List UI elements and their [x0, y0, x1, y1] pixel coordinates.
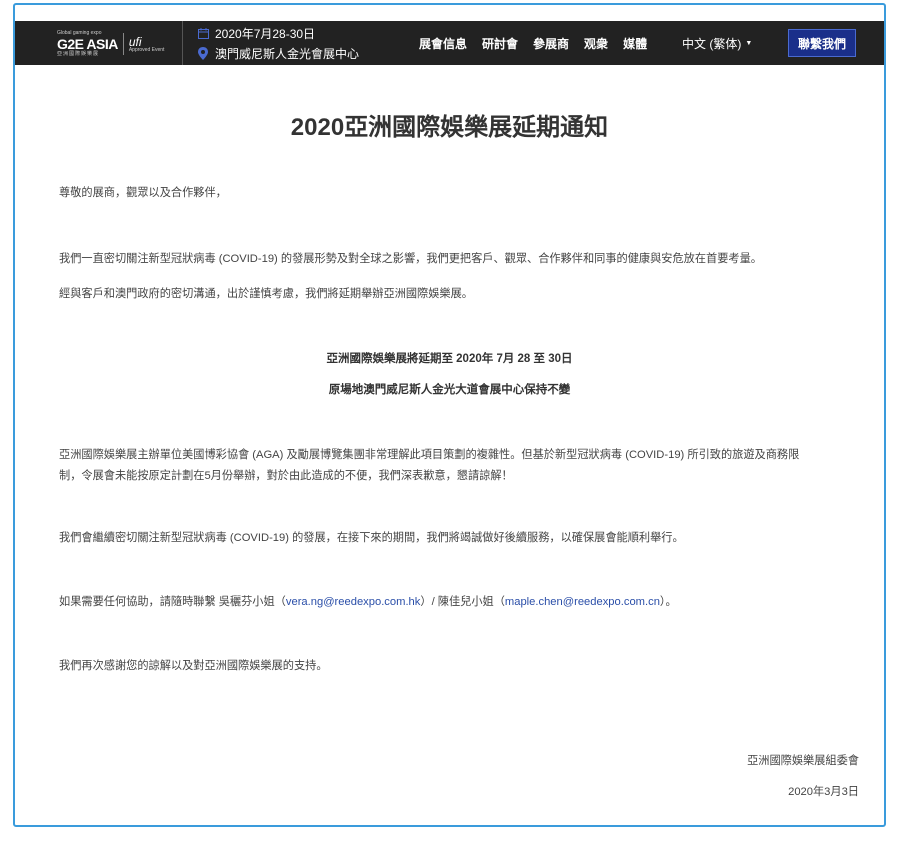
event-date: 2020年7月28-30日	[215, 26, 316, 41]
paragraph-thanks: 我們再次感謝您的諒解以及對亞洲國際娛樂展的支持。	[59, 660, 328, 672]
contact-us-button[interactable]: 聯繫我們	[788, 29, 856, 57]
contact-email-vera[interactable]: vera.ng@reedexpo.com.hk	[286, 596, 421, 608]
event-venue-row: 澳門威尼斯人金光會展中心	[197, 43, 359, 63]
paragraph-follow-up: 我們會繼續密切關注新型冠狀病毒 (COVID-19) 的發展，在接下來的期間，我…	[59, 532, 684, 544]
nav-visitors[interactable]: 观衆	[584, 35, 608, 52]
paragraph-organizer-line1: 亞洲國際娛樂展主辦單位美國博彩協會 (AGA) 及勵展博覽集團非常理解此項目策劃…	[59, 449, 800, 461]
nav-media[interactable]: 媒體	[623, 35, 647, 52]
logo-name: G2E ASIA	[57, 36, 118, 52]
ufi-badge: ufi Approved Event	[129, 36, 165, 53]
ufi-sub: Approved Event	[128, 46, 165, 53]
paragraph-concern: 我們一直密切關注新型冠狀病毒 (COVID-19) 的發展形勢及對全球之影響，我…	[59, 253, 762, 265]
event-date-row: 2020年7月28-30日	[197, 23, 359, 43]
caret-down-icon: ▼	[745, 39, 753, 47]
main-nav: 展會信息 研討會 參展商 观衆 媒體	[419, 21, 662, 65]
header-divider	[182, 21, 183, 65]
paragraph-organizer-line2: 制，令展會未能按原定計劃在5月份舉辦，對於由此造成的不便，我們深表歉意，懇請諒解…	[59, 470, 513, 482]
paragraph-organizer: 亞洲國際娛樂展主辦單位美國博彩協會 (AGA) 及勵展博覽集團非常理解此項目策劃…	[59, 445, 859, 487]
highlight-venue: 原場地澳門威尼斯人金光大道會展中心保持不變	[328, 384, 571, 396]
notice-title: 2020亞洲國際娛樂展延期通知	[290, 114, 609, 141]
paragraph-contact: 如果需要任何協助，請隨時聯繫 吳穲芬小姐（vera.ng@reedexpo.co…	[59, 592, 859, 613]
language-label: 中文 (繁体)	[682, 36, 742, 51]
contact-email-maple[interactable]: maple.chen@reedexpo.com.cn	[505, 596, 660, 608]
nav-exhibition-info[interactable]: 展會信息	[419, 35, 467, 52]
nav-seminars[interactable]: 研討會	[482, 35, 518, 52]
location-pin-icon	[197, 46, 209, 60]
contact-prefix: 如果需要任何協助，請隨時聯繫 吳穲芬小姐（	[59, 596, 286, 608]
nav-exhibitors[interactable]: 參展商	[533, 35, 569, 52]
event-venue: 澳門威尼斯人金光會展中心	[215, 46, 360, 61]
notice-date: 2020年3月3日	[788, 786, 859, 798]
highlight-new-dates: 亞洲國際娛樂展將延期至 2020年 7月 28 至 30日	[326, 353, 573, 365]
ufi-name: ufi	[128, 34, 142, 49]
greeting: 尊敬的展商，觀眾以及合作夥伴，	[59, 187, 227, 199]
calendar-icon	[197, 26, 209, 40]
signature: 亞洲國際娛樂展組委會	[747, 755, 859, 767]
page-frame: Global gaming expo G2E ASIA 亞洲國際娛樂展 ufi …	[13, 3, 886, 827]
paragraph-postpone: 經與客戶和澳門政府的密切溝通，出於謹慎考慮，我們將延期舉辦亞洲國際娛樂展。	[59, 288, 473, 300]
logo-separator	[122, 33, 124, 55]
logo-wordmark: Global gaming expo G2E ASIA 亞洲國際娛樂展	[57, 31, 118, 57]
contact-middle: ）/ 陳佳兒小姐（	[420, 596, 505, 608]
language-selector[interactable]: 中文 (繁体) ▼	[682, 21, 752, 65]
event-info: 2020年7月28-30日 澳門威尼斯人金光會展中心	[197, 23, 359, 63]
g2e-asia-logo[interactable]: Global gaming expo G2E ASIA 亞洲國際娛樂展 ufi …	[57, 28, 164, 60]
contact-suffix: ）。	[659, 596, 677, 608]
logo-sub: 亞洲國際娛樂展	[57, 51, 100, 57]
site-header: Global gaming expo G2E ASIA 亞洲國際娛樂展 ufi …	[15, 21, 884, 65]
